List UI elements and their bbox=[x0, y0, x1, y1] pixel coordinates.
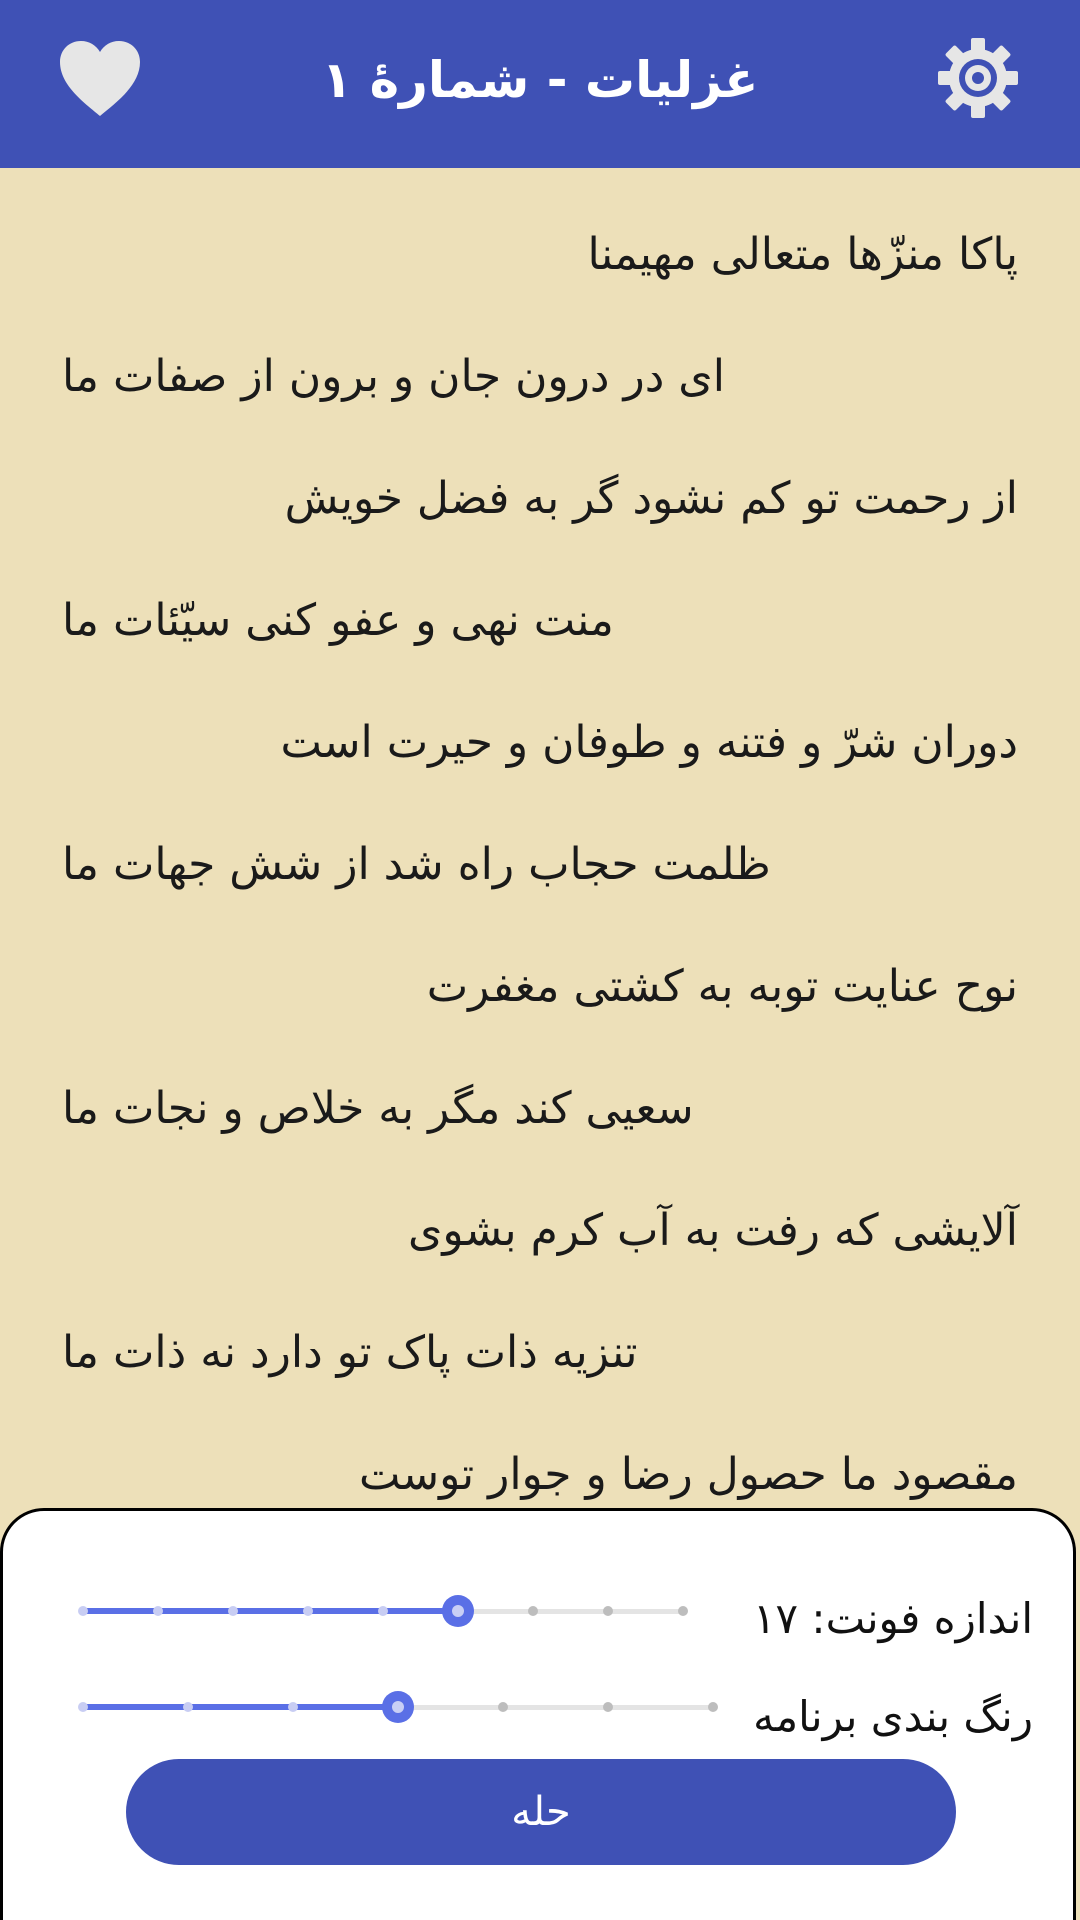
font-size-label: اندازه فونت: ۱۷ bbox=[752, 1594, 1033, 1643]
verse-line: دوران شرّ و فتنه و طوفان و حیرت است bbox=[280, 717, 1018, 768]
verse-line: از رحمت تو کم نشود گر به فضل خویش bbox=[284, 473, 1018, 524]
settings-button[interactable] bbox=[936, 36, 1020, 120]
gear-icon bbox=[938, 38, 1018, 118]
slider-fill bbox=[83, 1704, 398, 1710]
verse-text: منت نهی و عفو کنی سیّئات ما bbox=[62, 595, 614, 646]
slider-tick bbox=[78, 1702, 88, 1712]
verse-line: مقصود ما حصول رضا و جوار توست bbox=[359, 1449, 1018, 1500]
verse-text: ظلمت حجاب راه شد از شش جهات ما bbox=[62, 839, 771, 890]
slider-tick bbox=[153, 1606, 163, 1616]
app-bar: غزلیات - شمارهٔ ۱ bbox=[0, 0, 1080, 168]
page-title: غزلیات - شمارهٔ ۱ bbox=[321, 51, 759, 109]
settings-bottom-sheet: اندازه فونت: ۱۷ رنگ بندی برنامه حله bbox=[0, 1508, 1076, 1920]
slider-fill bbox=[83, 1608, 458, 1614]
verse-line: تنزیه ذات پاک تو دارد نه ذات ما bbox=[62, 1318, 1018, 1388]
verse-line: سعیی کند مگر به خلاص و نجات ما bbox=[62, 1074, 1018, 1144]
slider-tick bbox=[303, 1606, 313, 1616]
verse-line: پاکا منزّها متعالی مهیمنا bbox=[587, 229, 1018, 280]
verse-text: ای در درون جان و برون از صفات ما bbox=[62, 351, 725, 402]
verse-line: نوح عنایت توبه به کشتی مغفرت bbox=[426, 961, 1018, 1012]
slider-tick bbox=[378, 1606, 388, 1616]
verse-line: آلایشی که رفت به آب کرم بشوی bbox=[407, 1205, 1018, 1256]
slider-tick bbox=[288, 1702, 298, 1712]
slider-tick bbox=[603, 1702, 613, 1712]
theme-slider[interactable] bbox=[78, 1687, 718, 1727]
slider-tick bbox=[78, 1606, 88, 1616]
done-button[interactable]: حله bbox=[126, 1759, 956, 1865]
slider-tick bbox=[708, 1702, 718, 1712]
slider-thumb[interactable] bbox=[382, 1691, 414, 1723]
slider-tick bbox=[183, 1702, 193, 1712]
heart-icon bbox=[60, 41, 140, 116]
favorite-button[interactable] bbox=[56, 38, 144, 118]
verse-line: ای در درون جان و برون از صفات ما bbox=[62, 342, 1018, 412]
slider-tick bbox=[603, 1606, 613, 1616]
verse-text: تنزیه ذات پاک تو دارد نه ذات ما bbox=[62, 1327, 638, 1378]
theme-label: رنگ بندی برنامه bbox=[753, 1692, 1033, 1741]
verse-line: منت نهی و عفو کنی سیّئات ما bbox=[62, 586, 1018, 656]
slider-thumb[interactable] bbox=[442, 1595, 474, 1627]
font-size-slider[interactable] bbox=[78, 1591, 688, 1631]
slider-tick bbox=[228, 1606, 238, 1616]
slider-tick bbox=[498, 1702, 508, 1712]
app-screen: غزلیات - شمارهٔ ۱ پاکا منزّها متعالی مهی… bbox=[0, 0, 1080, 1920]
slider-tick bbox=[528, 1606, 538, 1616]
slider-tick bbox=[678, 1606, 688, 1616]
verse-text: سعیی کند مگر به خلاص و نجات ما bbox=[62, 1083, 694, 1134]
verse-line: ظلمت حجاب راه شد از شش جهات ما bbox=[62, 830, 1018, 900]
